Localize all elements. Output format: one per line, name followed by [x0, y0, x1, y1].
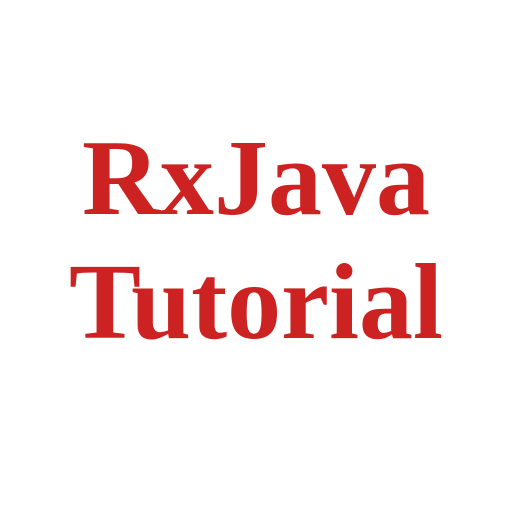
title-container: RxJava Tutorial [69, 117, 443, 365]
title-line-1: RxJava [82, 117, 430, 241]
title-line-2: Tutorial [69, 241, 443, 365]
